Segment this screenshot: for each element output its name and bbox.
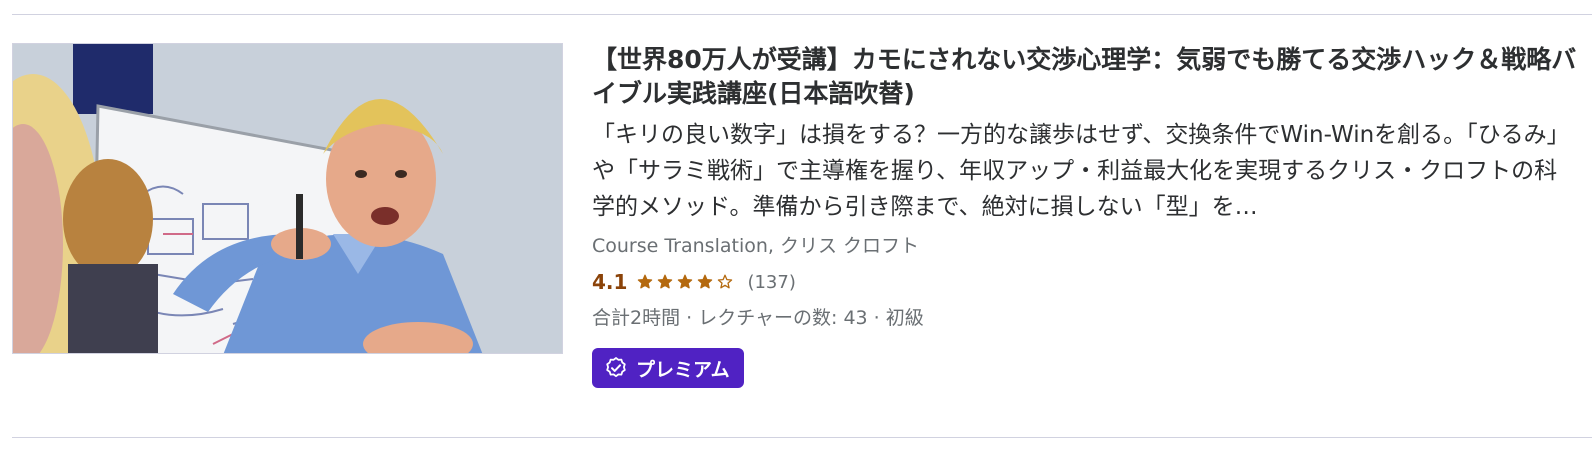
star-filled-icon [678,274,693,289]
course-card[interactable]: 【世界80万人が受講】カモにされない交渉心理学：気弱でも勝てる交渉ハック＆戦略バ… [12,43,1592,413]
star-filled-icon [698,274,713,289]
star-filled-icon [658,274,673,289]
course-headline: 「キリの良い数字」は損をする？一方的な譲歩はせず、交換条件でWin-Winを創る… [592,122,1570,220]
course-instructors: Course Translation, クリス クロフト [592,235,920,257]
premium-badge-label: プレミアム [636,358,730,381]
rating-value: 4.1 [592,270,628,294]
premium-badge: プレミアム [592,348,744,388]
course-title[interactable]: 【世界80万人が受講】カモにされない交渉心理学：気弱でも勝てる交渉ハック＆戦略バ… [592,43,1577,111]
star-filled-icon [638,274,653,289]
star-empty-icon [718,274,733,289]
course-thumbnail[interactable] [12,43,563,354]
star-rating [637,274,737,290]
course-list-page: 【世界80万人が受講】カモにされない交渉心理学：気弱でも勝てる交渉ハック＆戦略バ… [0,0,1592,458]
bottom-divider [12,437,1592,438]
rating-row: 4.1 (137) [592,269,1577,295]
course-details: 【世界80万人が受講】カモにされない交渉心理学：気弱でも勝てる交渉ハック＆戦略バ… [592,43,1577,388]
rating-count: (137) [747,271,796,293]
instructor-photo [13,44,562,353]
verified-badge-icon [606,357,626,378]
top-divider [12,14,1592,15]
course-meta: 合計2時間 · レクチャーの数: 43 · 初級 [592,307,924,329]
